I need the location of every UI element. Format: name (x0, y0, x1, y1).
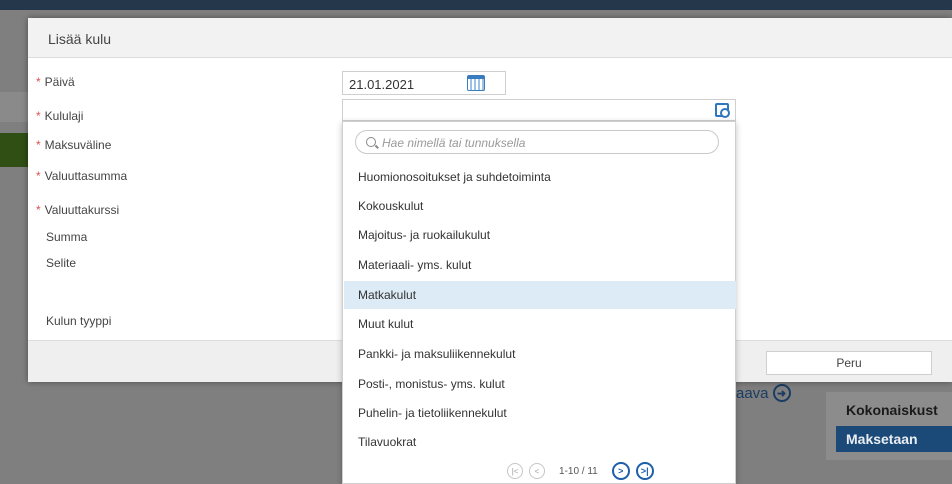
background-summary-panel: Kokonaiskust Maksetaan (826, 392, 952, 460)
payment-method-label: * Maksuväline (36, 138, 111, 152)
next-arrow-icon: ➜ (772, 384, 791, 402)
expense-type-label-text: Kululaji (44, 109, 84, 123)
currency-amount-label: * Valuuttasumma (36, 169, 127, 183)
dropdown-option[interactable]: Pankki- ja maksuliikennekulut (344, 340, 736, 368)
dropdown-option[interactable]: Tilavuokrat (344, 428, 736, 456)
dropdown-option[interactable]: Majoitus- ja ruokailukulut (344, 221, 736, 249)
dialog-title: Lisää kulu (48, 31, 112, 47)
required-marker: * (36, 203, 41, 217)
dropdown-option-selected[interactable]: Matkakulut (344, 281, 736, 309)
required-marker: * (36, 75, 41, 89)
expense-type-combobox[interactable] (342, 99, 736, 121)
search-icon (366, 137, 376, 147)
dialog-header: Lisää kulu (28, 18, 952, 58)
required-marker: * (36, 169, 41, 183)
background-next-link: aava ➜ (736, 384, 791, 402)
required-marker: * (36, 109, 41, 123)
expense-type-dropdown: Huomionosoitukset ja suhdetoiminta Kokou… (342, 121, 736, 484)
description-label: Selite (46, 256, 77, 270)
date-label-text: Päivä (44, 75, 75, 89)
first-page-icon[interactable]: |< (507, 463, 523, 479)
expense-kind-label: Kulun tyyppi (46, 314, 112, 328)
required-marker: * (36, 138, 41, 152)
date-value: 21.01.2021 (349, 77, 415, 92)
currency-amount-label-text: Valuuttasumma (44, 169, 128, 183)
date-field[interactable]: 21.01.2021 (342, 71, 506, 95)
exchange-rate-label: * Valuuttakurssi (36, 203, 119, 217)
next-link-label: aava (736, 384, 769, 402)
dropdown-option[interactable]: Huomionosoitukset ja suhdetoiminta (344, 163, 736, 191)
dropdown-search-input[interactable] (382, 134, 712, 151)
last-page-icon[interactable]: >| (635, 462, 654, 480)
dropdown-search[interactable] (355, 130, 719, 154)
dropdown-option[interactable]: Muut kulut (344, 310, 736, 338)
status-badge: Maksetaan (836, 426, 952, 452)
dropdown-pager: |< < 1-10 / 11 > >| (507, 461, 660, 481)
expense-type-label: * Kululaji (36, 109, 83, 123)
cancel-button[interactable]: Peru (766, 351, 932, 375)
dropdown-option[interactable]: Puhelin- ja tietoliikennekulut (344, 399, 736, 427)
exchange-rate-label-text: Valuuttakurssi (44, 203, 120, 217)
background-green-block (0, 133, 28, 167)
app-top-bar (0, 0, 952, 10)
background-row (0, 92, 30, 122)
calendar-icon[interactable] (467, 75, 485, 91)
dropdown-option[interactable]: Materiaali- yms. kulut (344, 251, 736, 279)
dropdown-option[interactable]: Kokouskulut (344, 192, 736, 220)
total-cost-label: Kokonaiskust (846, 402, 938, 418)
date-label: * Päivä (36, 75, 75, 89)
payment-method-label-text: Maksuväline (44, 138, 112, 152)
sum-label: Summa (46, 230, 88, 244)
page-count: 1-10 / 11 (559, 465, 598, 477)
next-page-icon[interactable]: > (611, 462, 630, 480)
dropdown-option[interactable]: Posti-, monistus- yms. kulut (344, 370, 736, 398)
prev-page-icon[interactable]: < (529, 463, 545, 479)
lookup-icon[interactable] (715, 103, 730, 118)
